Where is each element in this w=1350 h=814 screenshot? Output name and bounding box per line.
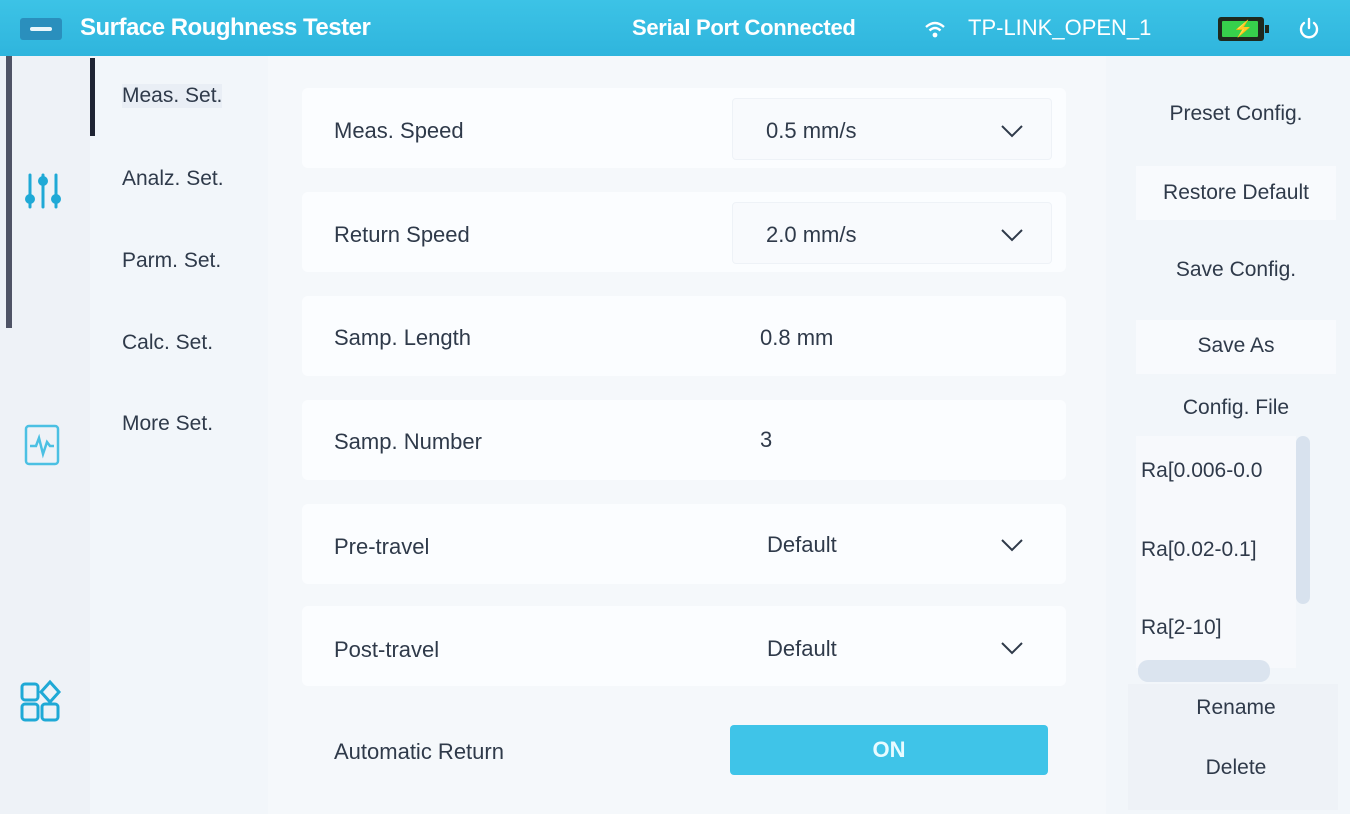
category-more-set[interactable]: More Set. [122,412,213,436]
config-file-title: Config. File [1182,396,1290,419]
rail-selection-indicator [6,56,12,328]
chevron-down-icon[interactable] [1000,124,1024,138]
pre-travel-label: Pre-travel [334,534,430,559]
return-speed-value: 2.0 mm/s [766,222,857,247]
apps-grid-icon[interactable] [18,678,68,728]
wifi-icon [925,21,945,38]
save-config-button[interactable]: Save Config. [1136,258,1336,282]
power-icon[interactable] [1296,16,1322,42]
automatic-return-toggle[interactable]: ON [730,725,1048,775]
chevron-down-icon[interactable] [1000,228,1024,242]
wifi-ssid: TP-LINK_OPEN_1 [968,15,1152,40]
category-calc-set[interactable]: Calc. Set. [122,331,213,355]
chevron-down-icon[interactable] [1000,641,1024,655]
meas-speed-label: Meas. Speed [334,118,464,143]
restore-default-button[interactable]: Restore Default [1136,181,1336,205]
return-speed-label: Return Speed [334,222,470,247]
category-parm-set[interactable]: Parm. Set. [122,249,221,273]
battery-charging-icon: ⚡ [1233,21,1253,38]
samp-number-label: Samp. Number [334,429,482,454]
post-travel-select[interactable]: Default [767,636,837,662]
meas-speed-value: 0.5 mm/s [766,118,857,143]
post-travel-label: Post-travel [334,637,440,662]
serial-port-status: Serial Port Connected [632,15,856,40]
config-file-item[interactable]: Ra[0.006-0.0 [1141,459,1262,483]
config-list-horizontal-scrollbar[interactable] [1138,660,1270,682]
config-list-vertical-scrollbar[interactable] [1296,436,1310,604]
save-as-button[interactable]: Save As [1136,334,1336,358]
delete-button[interactable]: Delete [1136,756,1336,780]
settings-sliders-icon[interactable] [18,165,68,215]
chevron-down-icon[interactable] [1000,538,1024,552]
category-analz-set[interactable]: Analz. Set. [122,167,224,191]
samp-length-label: Samp. Length [334,325,471,350]
app-title: Surface Roughness Tester [80,14,371,41]
pre-travel-select[interactable]: Default [767,532,837,558]
config-file-item[interactable]: Ra[2-10] [1141,616,1222,640]
preset-config-button[interactable]: Preset Config. [1136,102,1336,126]
samp-number-input[interactable]: 3 [760,427,772,453]
category-meas-set[interactable]: Meas. Set. [122,84,223,108]
samp-length-input[interactable]: 0.8 mm [760,325,833,351]
title-bar: Surface Roughness Tester Serial Port Con… [0,0,1350,56]
rename-button[interactable]: Rename [1136,696,1336,720]
report-waveform-icon[interactable] [18,420,68,470]
automatic-return-label: Automatic Return [334,739,504,764]
menu-icon[interactable] [20,18,62,40]
category-selection-indicator [90,58,95,136]
config-file-item[interactable]: Ra[0.02-0.1] [1141,538,1257,562]
